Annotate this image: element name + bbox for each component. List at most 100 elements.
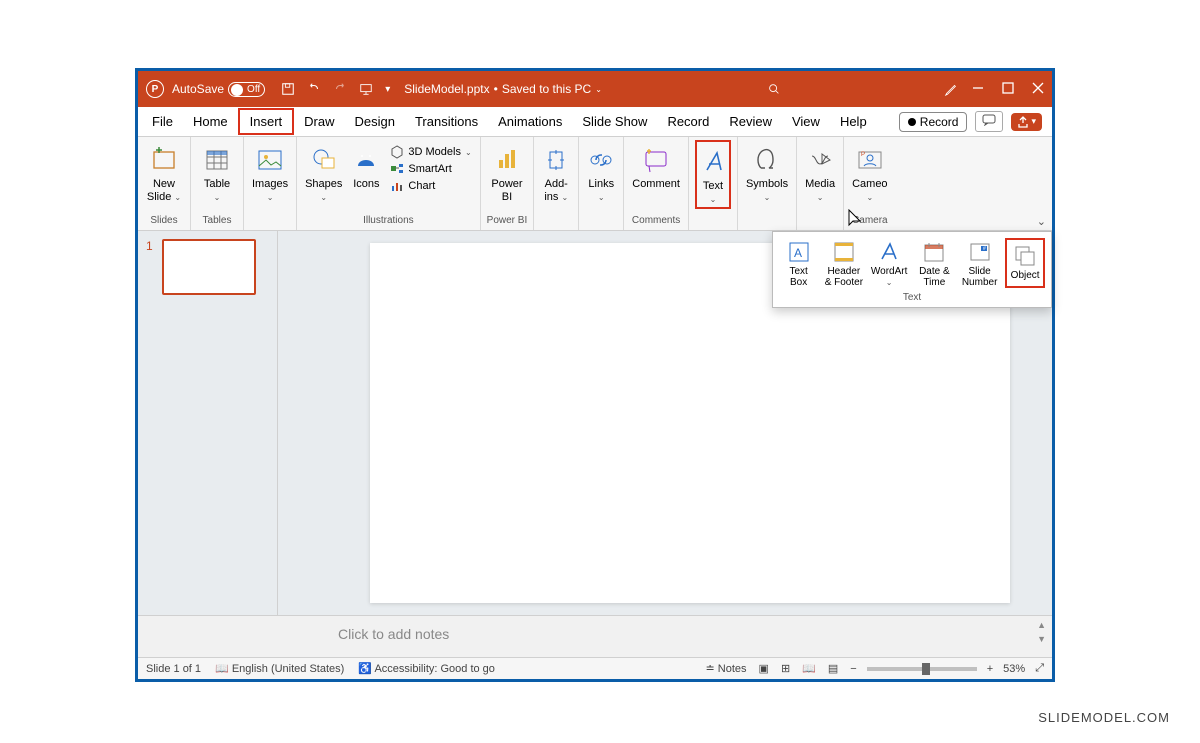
qat-more-icon[interactable]: ▾ (385, 84, 390, 95)
zoom-label[interactable]: 53% (1003, 663, 1025, 675)
wordart-icon (878, 238, 900, 266)
comments-pane-button[interactable] (975, 111, 1003, 132)
notes-scroll-down[interactable]: ▼ (1037, 634, 1046, 644)
record-button[interactable]: Record (899, 112, 968, 132)
table-icon (203, 142, 231, 178)
language-status[interactable]: 📖 English (United States) (215, 662, 344, 675)
notes-pane[interactable]: Click to add notes ▲▼ (138, 615, 1052, 657)
zoom-in-button[interactable]: + (987, 663, 993, 675)
notes-toggle[interactable]: ≐ Notes (706, 662, 747, 675)
maximize-button[interactable] (1002, 82, 1014, 97)
watermark: SLIDEMODEL.COM (1038, 710, 1170, 725)
statusbar: Slide 1 of 1 📖 English (United States) ♿… (138, 657, 1052, 679)
menu-transitions[interactable]: Transitions (405, 110, 488, 133)
sorter-view-icon[interactable]: ⊞ (779, 662, 792, 675)
group-comments-label: Comments (632, 215, 680, 229)
media-icon (806, 142, 834, 178)
date-time-icon (923, 238, 945, 266)
thumb-number: 1 (146, 239, 153, 253)
comment-button[interactable]: Comment (630, 140, 682, 193)
title-chevron-icon[interactable]: ⌄ (595, 85, 602, 94)
undo-icon[interactable] (307, 82, 321, 96)
textbox-button[interactable]: A Text Box (779, 238, 818, 288)
svg-text:#: # (983, 246, 986, 252)
group-tables-label: Tables (203, 215, 232, 229)
header-footer-button[interactable]: Header & Footer (824, 238, 863, 288)
symbols-button[interactable]: Symbols⌄ (744, 140, 790, 205)
app-window: P AutoSave Off ▾ SlideModel.pptx • Saved… (135, 68, 1055, 682)
slideshow-view-icon[interactable]: ▤ (826, 662, 840, 675)
addins-button[interactable]: Add- ins ⌄ (540, 140, 572, 205)
redo-icon[interactable] (333, 82, 347, 96)
zoom-out-button[interactable]: − (850, 663, 856, 675)
new-slide-icon (150, 142, 178, 178)
present-icon[interactable] (359, 82, 373, 96)
menu-help[interactable]: Help (830, 110, 877, 133)
group-powerbi-label: Power BI (487, 215, 528, 229)
powerpoint-icon: P (146, 80, 164, 98)
media-button[interactable]: Media⌄ (803, 140, 837, 205)
cameo-button[interactable]: P Cameo⌄ (850, 140, 889, 205)
menu-draw[interactable]: Draw (294, 110, 344, 133)
group-illustrations-label: Illustrations (363, 215, 414, 229)
fit-slide-icon[interactable]: ⤢ (1035, 662, 1044, 675)
menu-animations[interactable]: Animations (488, 110, 572, 133)
menu-slideshow[interactable]: Slide Show (572, 110, 657, 133)
3d-models-button[interactable]: 3D Models ⌄ (388, 144, 473, 160)
comment-icon (642, 142, 670, 178)
share-button[interactable]: ▾ (1011, 113, 1042, 131)
icons-button[interactable]: Icons (350, 140, 382, 193)
header-footer-icon (833, 238, 855, 266)
table-button[interactable]: Table⌄ (197, 140, 237, 205)
images-icon (256, 142, 284, 178)
menu-record[interactable]: Record (657, 110, 719, 133)
images-button[interactable]: Images⌄ (250, 140, 290, 205)
object-icon (1014, 242, 1036, 270)
svg-text:P: P (861, 152, 865, 158)
group-camera-label: Camera (852, 215, 888, 229)
ribbon-insert: New Slide ⌄ Slides Table⌄ Tables Images⌄… (138, 137, 1052, 231)
reading-view-icon[interactable]: 📖 (800, 662, 818, 675)
links-icon (587, 142, 615, 178)
slide-thumbnail-1[interactable] (162, 239, 256, 295)
text-dropdown-button[interactable]: Text⌄ (695, 140, 731, 209)
links-button[interactable]: Links⌄ (585, 140, 617, 205)
normal-view-icon[interactable]: ▣ (757, 662, 771, 675)
smartart-button[interactable]: SmartArt (388, 161, 473, 177)
minimize-button[interactable] (972, 82, 984, 97)
date-time-button[interactable]: Date & Time (915, 238, 954, 288)
text-icon (699, 144, 727, 180)
search-icon[interactable] (767, 82, 781, 96)
menu-file[interactable]: File (142, 110, 183, 133)
titlebar: P AutoSave Off ▾ SlideModel.pptx • Saved… (138, 71, 1052, 107)
notes-scroll-up[interactable]: ▲ (1037, 620, 1046, 630)
zoom-slider[interactable] (867, 667, 977, 671)
wordart-button[interactable]: WordArt⌄ (870, 238, 909, 288)
close-button[interactable] (1032, 82, 1044, 97)
menu-design[interactable]: Design (345, 110, 405, 133)
slide-number-button[interactable]: # Slide Number (960, 238, 999, 288)
powerbi-icon (493, 142, 521, 178)
chart-button[interactable]: Chart (388, 178, 473, 194)
slide-thumbnail-rail: 1 (138, 231, 278, 615)
ribbon-collapse-icon[interactable]: ⌄ (1037, 215, 1046, 228)
menubar: File Home Insert Draw Design Transitions… (138, 107, 1052, 137)
text-dropdown-panel: A Text Box Header & Footer WordArt⌄ Date… (772, 231, 1052, 308)
slide-counter: Slide 1 of 1 (146, 663, 201, 675)
menu-view[interactable]: View (782, 110, 830, 133)
object-button[interactable]: Object (1005, 238, 1045, 288)
autosave-toggle[interactable]: Off (228, 82, 265, 97)
powerbi-button[interactable]: Power BI (489, 140, 524, 205)
menu-insert[interactable]: Insert (238, 108, 295, 135)
symbols-icon (753, 142, 781, 178)
shapes-button[interactable]: Shapes⌄ (303, 140, 344, 205)
save-icon[interactable] (281, 82, 295, 96)
shapes-icon (310, 142, 338, 178)
new-slide-button[interactable]: New Slide ⌄ (144, 140, 184, 205)
menu-home[interactable]: Home (183, 110, 238, 133)
svg-text:A: A (794, 246, 802, 260)
file-title: SlideModel.pptx • Saved to this PC ⌄ (404, 82, 602, 96)
menu-review[interactable]: Review (719, 110, 782, 133)
pen-icon[interactable] (944, 82, 958, 96)
accessibility-status[interactable]: ♿ Accessibility: Good to go (358, 662, 495, 675)
